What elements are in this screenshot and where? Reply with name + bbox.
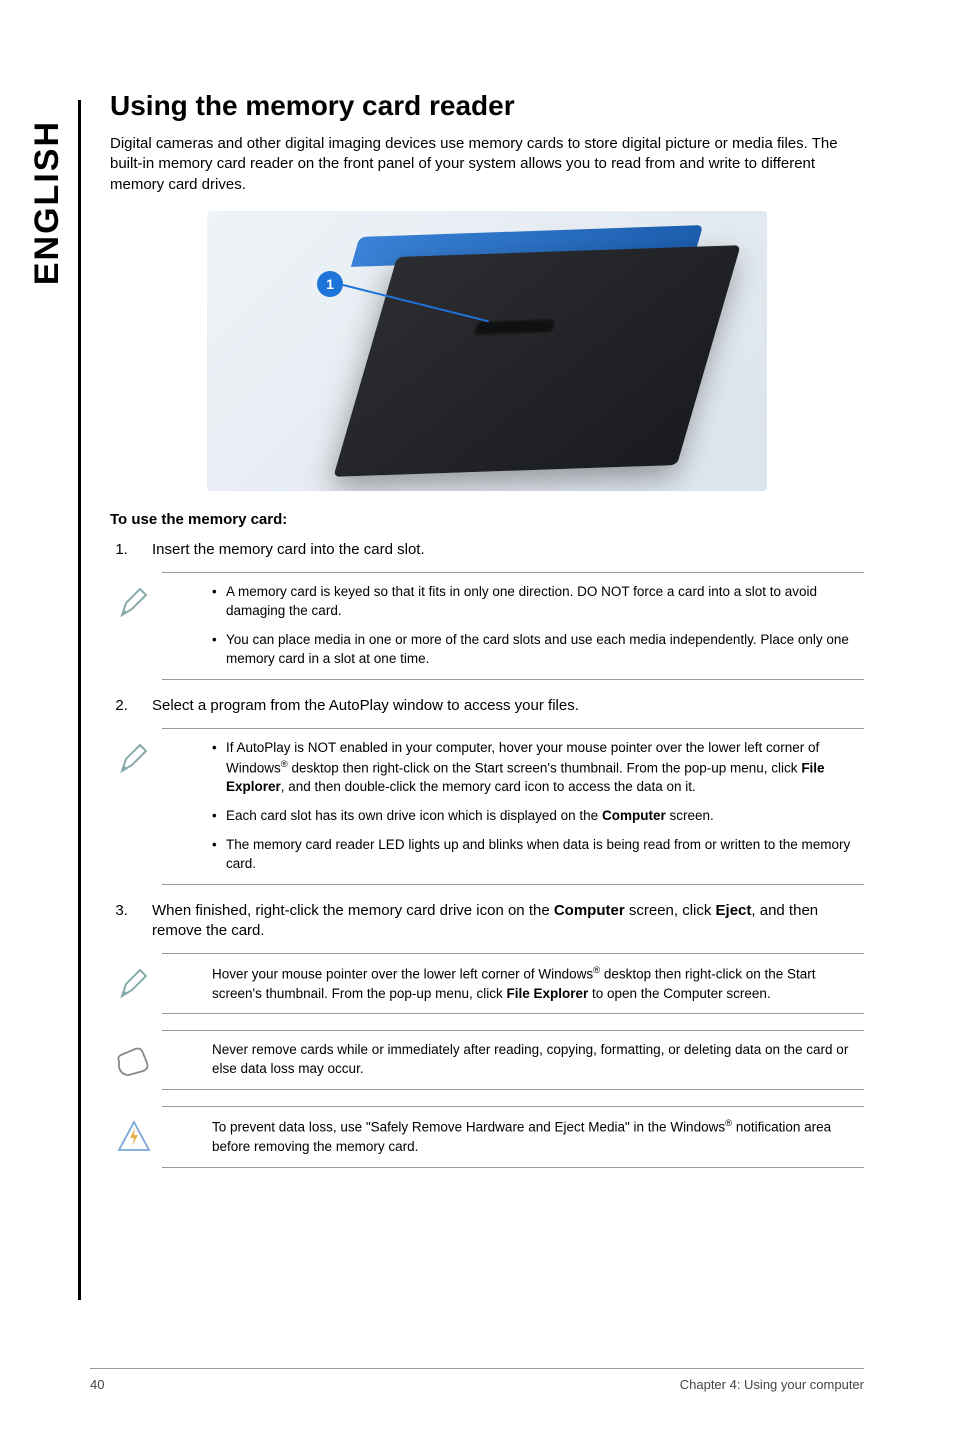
note2-bullet1: If AutoPlay is NOT enabled in your compu… [212,739,858,797]
page-number: 40 [90,1377,104,1392]
side-divider [78,100,81,1300]
pencil-icon [114,739,154,779]
note5-text: To prevent data loss, use "Safely Remove… [212,1117,858,1156]
note2-bullet3: The memory card reader LED lights up and… [212,836,858,874]
hand-icon [114,1041,154,1081]
language-tab: ENGLISH [28,120,67,285]
step-3: When finished, right-click the memory ca… [132,901,864,942]
pc-tower [333,245,740,477]
procedure-list-cont: Select a program from the AutoPlay windo… [132,696,864,716]
note-block-5: To prevent data loss, use "Safely Remove… [162,1106,864,1167]
note-block-2: If AutoPlay is NOT enabled in your compu… [162,728,864,885]
step-1: Insert the memory card into the card slo… [132,540,864,560]
note2-bullet2: Each card slot has its own drive icon wh… [212,807,858,826]
pencil-icon [114,583,154,623]
note-block-4: Never remove cards while or immediately … [162,1030,864,1090]
note1-bullet2: You can place media in one or more of th… [212,631,858,669]
callout-number: 1 [317,271,343,297]
lightning-icon [114,1117,154,1157]
procedure-heading: To use the memory card: [110,511,864,528]
procedure-list-cont2: When finished, right-click the memory ca… [132,901,864,942]
note3-text: Hover your mouse pointer over the lower … [212,964,858,1003]
intro-paragraph: Digital cameras and other digital imagin… [110,134,864,195]
note1-bullet1: A memory card is keyed so that it fits i… [212,583,858,621]
step-2: Select a program from the AutoPlay windo… [132,696,864,716]
page-footer: 40 Chapter 4: Using your computer [90,1368,864,1392]
product-figure: 1 [207,211,767,491]
note-block-3: Hover your mouse pointer over the lower … [162,953,864,1014]
chapter-label: Chapter 4: Using your computer [680,1377,864,1392]
pencil-icon [114,964,154,1004]
section-title: Using the memory card reader [110,90,864,122]
procedure-list: Insert the memory card into the card slo… [132,540,864,560]
note4-text: Never remove cards while or immediately … [212,1041,858,1079]
note-block-1: A memory card is keyed so that it fits i… [162,572,864,680]
figure-callout: 1 [317,271,343,297]
